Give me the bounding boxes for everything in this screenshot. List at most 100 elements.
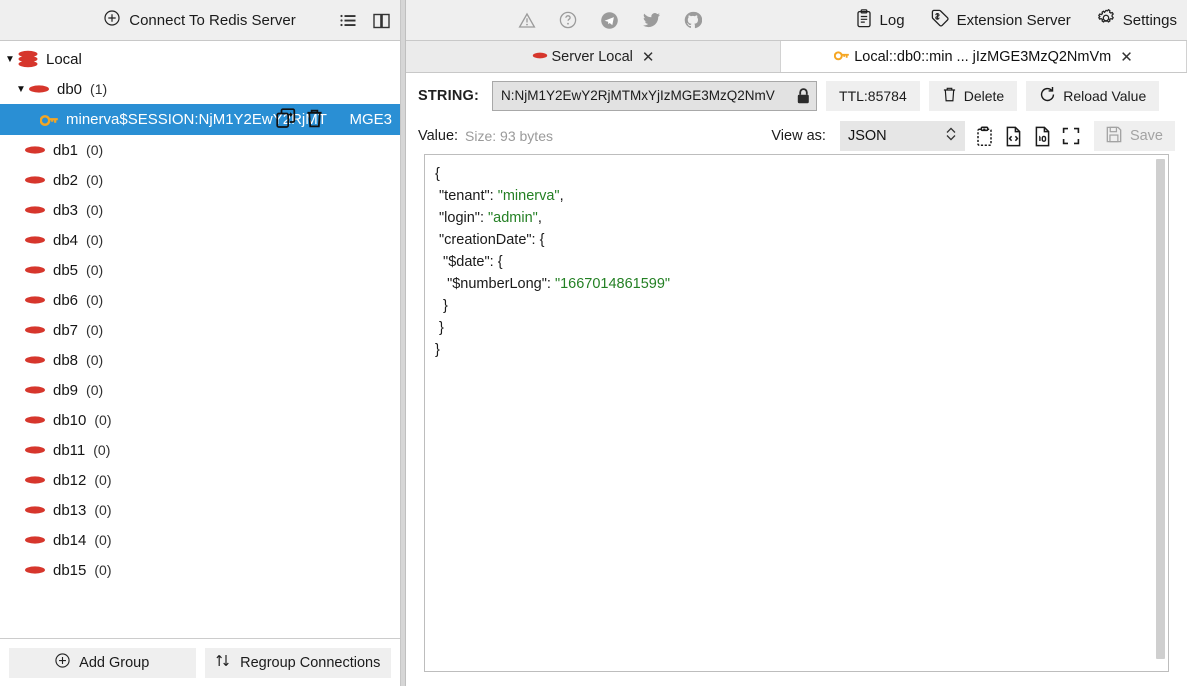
redis-db-icon [28,82,50,96]
trash-icon [942,86,957,106]
connect-label: Connect To Redis Server [129,12,295,29]
plus-circle-icon [55,653,70,672]
tree-node-count: (0) [94,472,111,488]
tree-node-count: (0) [86,262,103,278]
tree-node-label: db1 [53,142,78,159]
tree-node-label: db7 [53,322,78,339]
value-scrollbar[interactable] [1156,159,1165,659]
tree-node-count: (0) [86,322,103,338]
json-string-value: "1667014861599" [555,276,670,292]
sort-arrows-icon [215,653,231,672]
tree-node-key-selected[interactable]: minerva$SESSION:NjM1Y2EwY2RjMT [0,104,400,135]
copy-key-icon[interactable] [276,108,297,132]
tree-node-label: db13 [53,502,86,519]
left-header: Connect To Redis Server [0,0,400,41]
settings-button[interactable]: Settings [1097,9,1177,31]
key-icon [40,111,59,128]
tree-node-count: (0) [86,292,103,308]
help-icon[interactable] [559,11,577,29]
redis-db-icon [24,203,46,217]
connect-to-redis-server-button[interactable]: Connect To Redis Server [96,8,303,32]
reload-label: Reload Value [1063,88,1146,104]
key-row-actions [276,104,324,135]
value-toolbar-right: View as: JSON [771,121,1175,151]
lock-icon[interactable] [795,87,812,105]
tree-node-label: db10 [53,412,86,429]
tree-node-label: db6 [53,292,78,309]
view-as-select[interactable]: JSON [840,121,965,151]
tree-node-db14[interactable]: db14(0) [0,525,400,555]
tab-key-detail[interactable]: Local::db0::min ... jIzMGE3MzQ2NmVm ✕ [781,41,1187,72]
connections-pane: Connect To Redis Server ▼ [0,0,401,686]
top-bar: Log Extension Server Settings [406,0,1187,41]
tree-node-label: db12 [53,472,86,489]
tree-node-db11[interactable]: db11(0) [0,435,400,465]
expand-arrow-icon[interactable]: ▼ [3,54,17,65]
code-file-icon[interactable] [1004,126,1023,147]
tab-server-local-label: Server Local [552,49,633,65]
tree-node-label: db14 [53,532,86,549]
save-button[interactable]: Save [1094,121,1175,151]
value-toolbar: Value: Size: 93 bytes View as: JSON [406,118,1187,154]
expand-arrow-icon[interactable]: ▼ [14,84,28,95]
tree-node-db12[interactable]: db12 (0) [0,465,400,495]
regroup-connections-button[interactable]: Regroup Connections [205,648,392,678]
settings-label: Settings [1123,12,1177,29]
fullscreen-icon[interactable] [1062,127,1080,145]
redis-db-icon [24,323,46,337]
tree-node-db3[interactable]: db3(0) [0,195,400,225]
redis-db-icon [24,443,46,457]
tab-close-icon[interactable]: ✕ [642,48,655,66]
log-button[interactable]: Log [856,9,905,32]
tree-node-db13[interactable]: db13(0) [0,495,400,525]
save-label: Save [1130,128,1163,144]
add-group-button[interactable]: Add Group [9,648,196,678]
tab-bar: Server Local ✕ Local::db0::min ... jIzMG… [406,41,1187,73]
tab-key-detail-label: Local::db0::min ... jIzMGE3MzQ2NmVm [854,49,1111,65]
split-panel-icon[interactable] [373,13,390,29]
tree-node-local[interactable]: ▼ Local [0,44,400,74]
save-disk-icon [1106,126,1122,147]
twitter-icon[interactable] [642,12,661,29]
tree-node-db7[interactable]: db7 (0) [0,315,400,345]
tree-node-db6[interactable]: db6 (0) [0,285,400,315]
tree-node-db8[interactable]: db8(0) [0,345,400,375]
warning-icon[interactable] [518,12,536,29]
list-view-icon[interactable] [340,13,357,28]
redis-stack-icon [17,50,39,68]
regroup-label: Regroup Connections [240,655,380,671]
tab-close-icon[interactable]: ✕ [1120,48,1133,66]
tree-node-label: db4 [53,232,78,249]
telegram-icon[interactable] [600,11,619,30]
binary-file-icon[interactable] [1033,126,1052,147]
tree-node-db15[interactable]: db15(0) [0,555,400,585]
paste-clipboard-icon[interactable] [975,126,994,147]
github-icon[interactable] [684,11,702,29]
key-name-input[interactable]: N:NjM1Y2EwY2RjMTMxYjIzMGE3MzQ2NmV [492,81,817,111]
ttl-label: TTL:85784 [839,88,907,104]
tree-node-db9[interactable]: db9(0) [0,375,400,405]
left-header-icons [340,0,390,41]
tree-node-db4[interactable]: db4(0) [0,225,400,255]
extension-server-button[interactable]: Extension Server [931,9,1071,32]
tree-node-db0[interactable]: ▼ db0 (1) [0,74,400,104]
tree-node-count: (0) [94,562,111,578]
tree-node-db1[interactable]: db1(0) [0,135,400,165]
key-toolbar: STRING: N:NjM1Y2EwY2RjMTMxYjIzMGE3MzQ2Nm… [406,73,1187,118]
tab-server-local[interactable]: Server Local ✕ [406,41,781,72]
ttl-button[interactable]: TTL:85784 [826,81,920,111]
redis-db-icon [24,233,46,247]
tree-node-db5[interactable]: db5(0) [0,255,400,285]
log-label: Log [880,12,905,29]
redis-db-icon [24,563,46,577]
tree-node-db2[interactable]: db2(0) [0,165,400,195]
delete-key-icon[interactable] [305,108,324,132]
connections-tree[interactable]: ▼ Local ▼ db0 (1) [0,41,400,638]
delete-key-button[interactable]: Delete [929,81,1017,111]
gear-icon [1097,9,1115,31]
value-editor[interactable]: { "tenant": "minerva", "login": "admin",… [424,154,1169,672]
plus-circle-icon [104,10,120,30]
redis-db-icon [24,293,46,307]
tree-node-db10[interactable]: db10(0) [0,405,400,435]
reload-value-button[interactable]: Reload Value [1026,81,1159,111]
